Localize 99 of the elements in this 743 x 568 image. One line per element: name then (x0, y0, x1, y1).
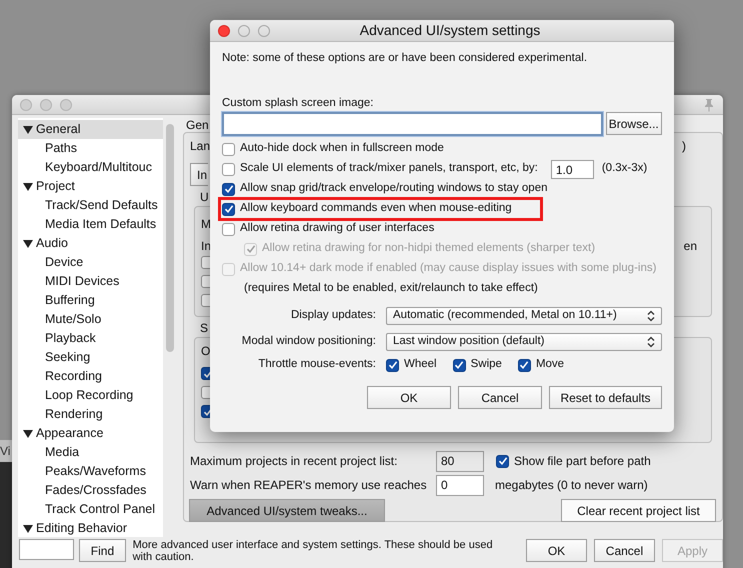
tweaks-button[interactable]: Advanced UI/system tweaks... (189, 499, 385, 522)
dropdown[interactable]: Last window position (default) (386, 333, 662, 351)
tree-item[interactable]: Loop Recording (18, 386, 163, 405)
group-label: M (201, 217, 211, 231)
expand-arrow-icon[interactable] (23, 240, 33, 248)
checkbox[interactable] (518, 358, 531, 372)
tree-item[interactable]: Audio (18, 234, 163, 253)
field-label: Throttle mouse-events: (257, 357, 376, 372)
group-title: S (200, 321, 208, 335)
tree-item[interactable]: Track Control Panel (18, 500, 163, 519)
checkbox[interactable] (201, 386, 210, 399)
tree-item[interactable]: Track/Send Defaults (18, 196, 163, 215)
checkbox-label: Auto-hide dock when in fullscreen mode (240, 141, 444, 156)
checkbox-label: Allow retina drawing for non-hidpi themed elements (sharper text) (262, 241, 596, 256)
fragment-button[interactable]: In (190, 163, 208, 186)
checkbox-label: Allow retina drawing of user interfaces (240, 221, 434, 236)
checkbox[interactable] (222, 182, 235, 196)
checkbox[interactable] (201, 294, 210, 307)
group-title: U (200, 190, 209, 204)
number-field[interactable]: 0 (436, 474, 484, 496)
tree-item[interactable]: Media (18, 443, 163, 462)
field-label: Custom splash screen image: (222, 96, 374, 111)
tree-item[interactable]: Peaks/Waveforms (18, 462, 163, 481)
expand-arrow-icon[interactable] (23, 182, 33, 190)
label-fragment: ) (682, 139, 686, 153)
checkbox[interactable] (496, 454, 509, 468)
checkbox-label: Allow keyboard commands even when mouse-editing (240, 201, 512, 216)
tree-item[interactable]: Device (18, 253, 163, 272)
tree-item[interactable]: General (18, 120, 163, 139)
tree-item[interactable]: Recording (18, 367, 163, 386)
zoom-button[interactable] (258, 24, 270, 36)
number-field[interactable]: 80 (436, 450, 484, 472)
tree-item[interactable]: Buffering (18, 291, 163, 310)
tree-item[interactable]: Appearance (18, 424, 163, 443)
label-fragment: en (684, 239, 697, 253)
search-field[interactable] (19, 539, 74, 560)
tree-item[interactable]: Playback (18, 329, 163, 348)
checkbox[interactable] (201, 367, 210, 380)
pin-icon[interactable] (703, 98, 715, 112)
note-text: Note: some of these options are or have been considered experimental. (222, 51, 588, 66)
checkbox-label: Swipe (470, 357, 502, 372)
updown-chevron-icon (647, 310, 655, 322)
tree-item[interactable]: Paths (18, 139, 163, 158)
clear-list-button[interactable]: Clear recent project list (561, 499, 716, 522)
tree-item[interactable]: Media Item Defaults (18, 215, 163, 234)
checkbox-label: Allow 10.14+ dark mode if enabled (may cause display issues with some plug-ins) (240, 261, 656, 276)
checkbox[interactable] (452, 358, 466, 372)
group-label: O (201, 344, 210, 358)
scale-field[interactable]: 1.0 (550, 160, 594, 178)
field-label: Warn when REAPER's memory use reaches (190, 478, 428, 492)
field-label: Lan (190, 139, 210, 153)
unit-label: megabytes (0 to never warn) (495, 478, 648, 492)
tree-item[interactable]: Fades/Crossfades (18, 481, 163, 500)
tree-item[interactable]: Mute/Solo (18, 310, 163, 329)
checkbox-label: Move (536, 357, 564, 372)
minimize-button[interactable] (238, 24, 250, 36)
expand-arrow-icon[interactable] (23, 126, 33, 134)
checkbox[interactable] (222, 162, 235, 176)
checkbox[interactable] (386, 358, 399, 372)
ok-button[interactable]: OK (367, 386, 451, 409)
scrollbar-thumb[interactable] (166, 124, 174, 352)
tree-item[interactable]: Seeking (18, 348, 163, 367)
checkbox-label: Scale UI elements of track/mixer panels, transport, etc, by: (240, 161, 538, 176)
close-button[interactable] (218, 24, 230, 36)
tree-item[interactable]: Editing Behavior (18, 519, 163, 537)
updown-chevron-icon (647, 336, 655, 348)
tree-item[interactable]: MIDI Devices (18, 272, 163, 291)
hint-text: More advanced user interface and system settings. These should be used with caution. (132, 539, 494, 563)
section-title: Gen (186, 118, 209, 132)
checkbox[interactable] (201, 275, 210, 288)
cancel-button[interactable]: Cancel (594, 539, 655, 562)
checkbox[interactable] (222, 202, 235, 216)
dropdown[interactable]: Automatic (recommended, Metal on 10.11+) (386, 307, 662, 325)
browse-button[interactable]: Browse... (606, 112, 662, 135)
window-title-fragment: Vi (0, 440, 12, 462)
find-button[interactable]: Find (79, 539, 126, 562)
note-text: (requires Metal to be enabled, exit/relaunch to take effect) (244, 281, 538, 296)
checkbox[interactable] (222, 142, 235, 156)
expand-arrow-icon[interactable] (23, 524, 33, 532)
ok-button[interactable]: OK (526, 539, 587, 562)
cancel-button[interactable]: Cancel (458, 386, 542, 409)
checkbox[interactable] (222, 222, 235, 236)
expand-arrow-icon[interactable] (23, 430, 33, 438)
field-label: Display updates: (290, 308, 376, 324)
window-title: Advanced UI/system settings (358, 21, 542, 40)
tree-item[interactable]: Rendering (18, 405, 163, 424)
reset-button[interactable]: Reset to defaults (549, 386, 662, 409)
tree-item[interactable]: Project (18, 177, 163, 196)
field-label: Maximum projects in recent project list: (190, 454, 398, 468)
field-label: Modal window positioning: (240, 334, 376, 350)
checkbox[interactable] (201, 256, 210, 269)
checkbox-label: Allow snap grid/track envelope/routing windows to stay open (240, 181, 548, 196)
path-field[interactable] (222, 112, 603, 136)
tree-item[interactable]: Keyboard/Multitouc (18, 158, 163, 177)
checkbox-label: Show file part before path (514, 454, 651, 468)
range-label: (0.3x-3x) (602, 161, 648, 176)
checkbox[interactable] (201, 405, 210, 418)
checkbox-label: Wheel (404, 357, 437, 372)
apply-button: Apply (662, 539, 723, 562)
